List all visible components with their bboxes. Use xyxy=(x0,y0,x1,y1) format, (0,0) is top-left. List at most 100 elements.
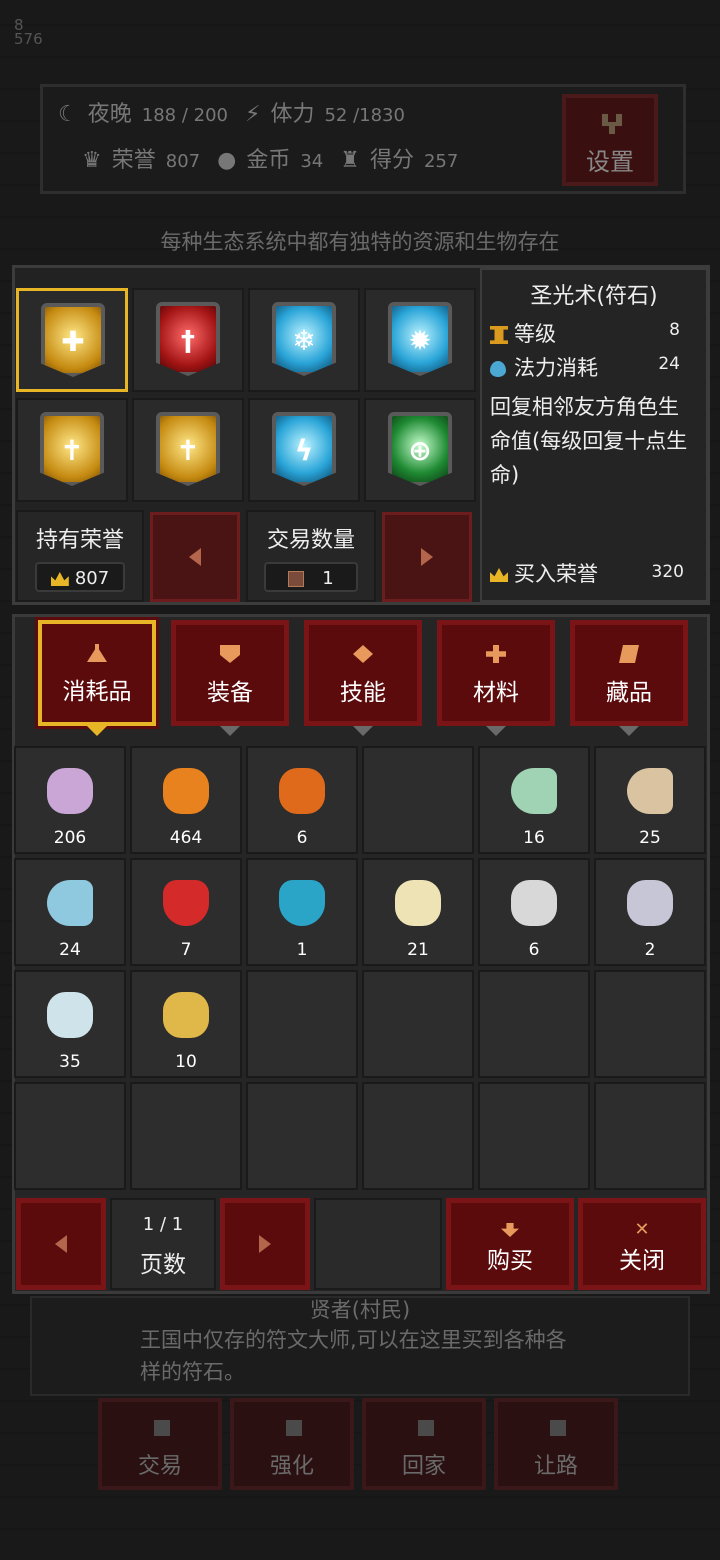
cross-icon xyxy=(486,645,506,663)
chat-icon xyxy=(550,1420,566,1436)
inventory-slot[interactable] xyxy=(594,1082,706,1190)
close-button[interactable]: ✕ 关闭 xyxy=(578,1198,706,1290)
item-quantity: 7 xyxy=(180,940,192,960)
inventory-slot[interactable] xyxy=(594,970,706,1078)
moon-icon: ☾ xyxy=(58,102,78,127)
inventory-slot[interactable] xyxy=(362,1082,474,1190)
inventory-slot[interactable]: 2 xyxy=(594,858,706,966)
inventory-slot[interactable] xyxy=(130,1082,242,1190)
winged-statue-icon xyxy=(47,992,93,1038)
inventory-slot[interactable] xyxy=(362,746,474,854)
arrow-left-icon xyxy=(55,1235,67,1253)
honor-crown-icon: ♛ xyxy=(82,148,102,173)
inventory-slot[interactable] xyxy=(478,970,590,1078)
inventory-slot[interactable] xyxy=(246,1082,358,1190)
inventory-slot[interactable]: 6 xyxy=(246,746,358,854)
tab-pointer-icon xyxy=(353,726,373,736)
buy-button[interactable]: 购买 xyxy=(446,1198,574,1290)
rune-slot[interactable]: ✹ xyxy=(364,288,476,392)
mana-drop-icon xyxy=(490,361,506,377)
action-home-button[interactable]: 回家 xyxy=(362,1398,486,1490)
hint-banner: 每种生态系统中都有独特的资源和生物存在 xyxy=(160,230,560,254)
category-tab[interactable]: 材料 xyxy=(437,620,555,726)
inventory-slot[interactable]: 35 xyxy=(14,970,126,1078)
rune-name: 圣光术(符石) xyxy=(530,284,658,309)
inventory-slot[interactable]: 206 xyxy=(14,746,126,854)
healing-rune-icon: ✚ xyxy=(41,303,105,377)
inventory-slot[interactable]: 24 xyxy=(14,858,126,966)
inventory-slot[interactable]: 7 xyxy=(130,858,242,966)
action-yield-button[interactable]: 让路 xyxy=(494,1398,618,1490)
holy-cross-rune-icon: ✝ xyxy=(156,412,220,486)
empty-slot-bar xyxy=(314,1198,442,1290)
inventory-slot[interactable]: 16 xyxy=(478,746,590,854)
inventory-slot[interactable]: 10 xyxy=(130,970,242,1078)
item-quantity: 25 xyxy=(639,828,661,848)
category-tab[interactable]: 藏品 xyxy=(570,620,688,726)
rune-detail-panel: 圣光术(符石) 等级 8 法力消耗 24 回复相邻友方角色生命值(每级回复十点生命)… xyxy=(480,268,708,602)
page-indicator: 1 / 1 页数 xyxy=(110,1198,216,1290)
cake-icon xyxy=(279,768,325,814)
rune-slot[interactable]: † xyxy=(132,288,244,392)
inventory-slot[interactable]: 6 xyxy=(478,858,590,966)
jar-icon xyxy=(395,880,441,926)
rune-slot[interactable]: ⊕ xyxy=(364,398,476,502)
page-next-button[interactable] xyxy=(220,1198,310,1290)
category-label: 技能 xyxy=(340,680,386,706)
tab-pointer-icon xyxy=(486,726,506,736)
rune-slot[interactable]: ✚ xyxy=(16,288,128,392)
tab-pointer-icon xyxy=(220,726,240,736)
red-potion-icon xyxy=(163,880,209,926)
inventory-slot[interactable] xyxy=(246,970,358,1078)
pillar-icon xyxy=(490,326,508,344)
inventory-slot[interactable] xyxy=(478,1082,590,1190)
crown-icon xyxy=(627,880,673,926)
category-tab[interactable]: 装备 xyxy=(171,620,289,726)
wrench-icon xyxy=(602,114,622,134)
hud-row-top: ☾ 夜晚 188 / 200 ⚡ 体力 52 /1830 xyxy=(58,102,405,127)
download-arrow-icon xyxy=(501,1223,519,1237)
rune-slot[interactable]: ✝ xyxy=(16,398,128,502)
rune-description: 回复相邻友方角色生命值(每级回复十点生命) xyxy=(490,395,688,487)
category-tab[interactable]: 消耗品 xyxy=(35,617,159,729)
item-quantity: 206 xyxy=(53,828,87,848)
green-fish-icon xyxy=(511,768,557,814)
category-label: 材料 xyxy=(473,680,519,706)
item-quantity: 21 xyxy=(407,940,429,960)
settings-button[interactable]: 设置 xyxy=(562,94,658,186)
hud-row-bottom: ♛ 荣誉 807 ● 金币 34 ♜ 得分 257 xyxy=(82,148,459,173)
action-trade-button[interactable]: 交易 xyxy=(98,1398,222,1490)
inventory-slot[interactable] xyxy=(362,970,474,1078)
item-quantity: 10 xyxy=(175,1052,197,1072)
category-tab[interactable]: 技能 xyxy=(304,620,422,726)
action-upgrade-button[interactable]: 强化 xyxy=(230,1398,354,1490)
rune-slot[interactable]: ❄ xyxy=(248,288,360,392)
buy-price-row: 买入荣誉 320 xyxy=(490,558,702,588)
qty-increase-button[interactable] xyxy=(382,512,472,602)
inventory-slot[interactable]: 464 xyxy=(130,746,242,854)
rune-slot[interactable]: ✝ xyxy=(132,398,244,502)
npc-description: 王国中仅存的符文大师,可以在这里买到各种各样的符石。 xyxy=(140,1328,567,1384)
inventory-slot[interactable]: 1 xyxy=(246,858,358,966)
page-prev-button[interactable] xyxy=(16,1198,106,1290)
tab-pointer-icon xyxy=(87,726,107,736)
inventory-slot[interactable]: 21 xyxy=(362,858,474,966)
mana-row: 法力消耗 24 xyxy=(490,352,698,386)
inventory-slot[interactable] xyxy=(14,1082,126,1190)
item-quantity: 2 xyxy=(644,940,656,960)
ice-spirit-rune-icon: ✹ xyxy=(388,302,452,376)
level-row: 等级 8 xyxy=(490,318,698,352)
close-icon: ✕ xyxy=(634,1219,650,1240)
held-honor-box: 持有荣誉 807 xyxy=(16,510,144,602)
inventory-slot[interactable]: 25 xyxy=(594,746,706,854)
rune-slot[interactable]: ϟ xyxy=(248,398,360,502)
tan-fish-icon xyxy=(627,768,673,814)
qty-decrease-button[interactable] xyxy=(150,512,240,602)
category-label: 消耗品 xyxy=(62,679,132,705)
crown-icon xyxy=(50,572,69,586)
scroll-icon xyxy=(619,645,639,663)
stamina-icon: ⚡ xyxy=(244,102,261,127)
arrow-left-icon xyxy=(189,548,201,566)
blue-fish-icon xyxy=(47,880,93,926)
nature-ring-rune-icon: ⊕ xyxy=(388,412,452,486)
